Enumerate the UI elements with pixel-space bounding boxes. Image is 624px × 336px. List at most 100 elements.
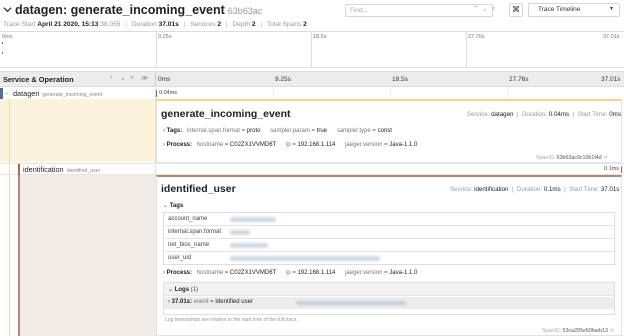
span-detail-generate-incoming-event: generate_incoming_event Service: datagen… <box>156 99 622 163</box>
trace-meta: Trace Start April 21 2020, 15:13:38.055 … <box>3 21 307 28</box>
depth-label: Depth <box>232 21 251 28</box>
total-spans-label: Total Spans <box>266 21 302 28</box>
span-operation-name: generate_incoming_event <box>42 92 103 98</box>
services-label: Services <box>190 21 216 28</box>
minimap-span-datagen <box>2 42 3 44</box>
view-select-label: Trace Timeline <box>538 6 581 13</box>
chevron-down-icon: ⌄ <box>163 203 169 209</box>
tag-key: user_uid <box>168 255 192 261</box>
duration-value: 37.01s <box>158 21 179 28</box>
link-icon: ⇗ <box>609 328 614 334</box>
span-id: SpanID: 53ca205e50faeb13 ⇗ <box>542 328 614 334</box>
span-bar <box>621 166 622 173</box>
next-result-icon[interactable]: ⌄ <box>481 3 489 14</box>
chevron-right-icon: › <box>168 299 170 305</box>
span-operation-name: identified_user <box>66 168 101 174</box>
expand-one-icon[interactable]: ⌄ <box>120 74 126 82</box>
trace-start-ms: :38.055 <box>98 21 121 28</box>
tag-row[interactable]: user_uid <box>164 252 614 265</box>
chevron-right-icon: › <box>163 128 165 134</box>
clear-search-icon[interactable]: × <box>491 4 496 13</box>
span-meta: Service: identification | Duration: 0.1m… <box>450 186 620 193</box>
prev-result-icon[interactable]: ⌃ <box>472 4 480 15</box>
span-duration: 0.04ms <box>159 90 178 96</box>
tag-value-redacted <box>230 230 250 235</box>
span-color-strip <box>0 88 3 99</box>
expand-all-icon[interactable]: ≫ <box>141 74 148 82</box>
span-detail-gutter <box>18 175 156 336</box>
services-value: 2 <box>217 21 222 28</box>
span-service-name: datagen <box>13 89 40 98</box>
trace-title: datagen: generate_incoming_event 63b63ac <box>15 3 263 17</box>
span-service-value: identification <box>474 186 509 193</box>
timeline-tick: 27.76s <box>509 76 529 83</box>
row-chevron-icon[interactable]: ⌄ <box>4 89 9 96</box>
span-detail-identified-user: identified_user Service: identification … <box>156 175 622 336</box>
span-service-label: datagen generate_incoming_event <box>13 89 102 98</box>
tag-row[interactable]: net_bios_name <box>164 239 614 252</box>
log-value-redacted <box>296 301 406 305</box>
span-tags-toggle[interactable]: ⌄ Tags <box>163 202 186 209</box>
logs-header[interactable]: ⌄ Logs (1) <box>164 283 614 296</box>
span-id: SpanID: 63b63ac0c10b1f4d ⇗ <box>536 155 608 161</box>
link-icon: ⇗ <box>603 155 608 161</box>
tag-row[interactable]: internal.span.format <box>164 226 614 239</box>
depth-value: 2 <box>251 21 256 28</box>
trace-operation: generate_incoming_event <box>70 3 225 17</box>
timeline-header: Service & Operation › ⌄ » ≫ 0ms 9.25s 18… <box>0 71 624 87</box>
trace-service: datagen <box>15 3 63 17</box>
chevron-down-icon: ▾ <box>609 6 613 12</box>
trace-start-label: Trace Start <box>3 21 36 28</box>
timeline-tick: 9.25s <box>275 76 291 83</box>
span-process-line[interactable]: › Process: hostname = C02ZX1VVMD6T ip = … <box>163 142 417 148</box>
minimap-tick: 18.5s <box>313 34 327 40</box>
chevron-right-icon: › <box>163 270 165 276</box>
trace-id: 63b63ac <box>227 6 263 16</box>
span-tags-line[interactable]: › Tags: internal.span.format = proto sam… <box>163 128 392 134</box>
collapse-all-icon[interactable]: » <box>130 74 134 81</box>
duration-label: Duration <box>131 21 157 28</box>
logs-note: Log timestamps are relative to the start… <box>165 317 298 323</box>
span-row-identification[interactable]: identification identified_user 0.1ms <box>0 163 624 175</box>
span-start-value: 37.01s <box>600 186 620 193</box>
tag-key: net_bios_name <box>168 242 210 248</box>
trace-minimap[interactable]: 0ms 9.25s 18.5s 27.76s 37.01s <box>0 31 624 68</box>
span-duration: 0.1ms <box>604 166 619 172</box>
span-process-line[interactable]: › Process: hostname = C02ZX1VVMD6T ip = … <box>163 270 417 276</box>
keyboard-shortcuts-button[interactable]: ⌘ <box>509 3 523 17</box>
span-bar <box>156 90 157 97</box>
span-title: identified_user <box>161 183 236 195</box>
timeline-tick: 0ms <box>158 76 171 83</box>
span-color-strip <box>18 164 20 175</box>
minimap-tick: 37.01s <box>603 34 620 40</box>
minimap-tick: 27.76s <box>468 34 485 40</box>
span-title: generate_incoming_event <box>161 108 291 120</box>
log-entry[interactable]: › 37.01s: event = Identified user <box>164 297 614 309</box>
tag-value-redacted <box>230 256 380 261</box>
span-service-name: identification <box>23 165 64 174</box>
span-duration-value: 0.1ms <box>543 186 561 193</box>
find-input[interactable]: Find... <box>345 4 493 17</box>
logs-toggle: ⌄ Logs (1) <box>168 287 199 293</box>
span-meta: Service: datagen | Duration: 0.04ms | St… <box>467 111 621 118</box>
tag-row[interactable]: account_name <box>164 213 614 226</box>
view-select[interactable]: Trace Timeline ▾ <box>528 3 620 17</box>
total-spans-value: 2 <box>303 21 307 28</box>
minimap-span-identification <box>2 52 3 54</box>
collapse-chevron-icon[interactable] <box>3 5 12 14</box>
logs-section: ⌄ Logs (1) › 37.01s: event = Identified … <box>163 282 615 315</box>
timeline-tick: 18.5s <box>392 76 408 83</box>
span-row-datagen[interactable]: ⌄ datagen generate_incoming_event 0.04ms <box>0 88 624 99</box>
tag-value-redacted <box>230 217 276 222</box>
minimap-tick: 9.25s <box>158 34 172 40</box>
span-start-value: 0ms <box>609 111 621 118</box>
span-detail-gutter <box>0 99 156 162</box>
timeline-tick: 37.01s <box>601 76 621 83</box>
span-service-label: identification identified_user <box>23 165 100 174</box>
trace-start-value: April 21 2020, 15:13 <box>37 21 99 28</box>
chevron-right-icon: › <box>163 142 165 148</box>
collapse-one-icon[interactable]: › <box>110 74 112 81</box>
span-service-value: datagen <box>491 111 514 118</box>
tags-table: account_name internal.span.format net_bi… <box>163 212 615 265</box>
tag-key: internal.span.format <box>168 229 222 235</box>
